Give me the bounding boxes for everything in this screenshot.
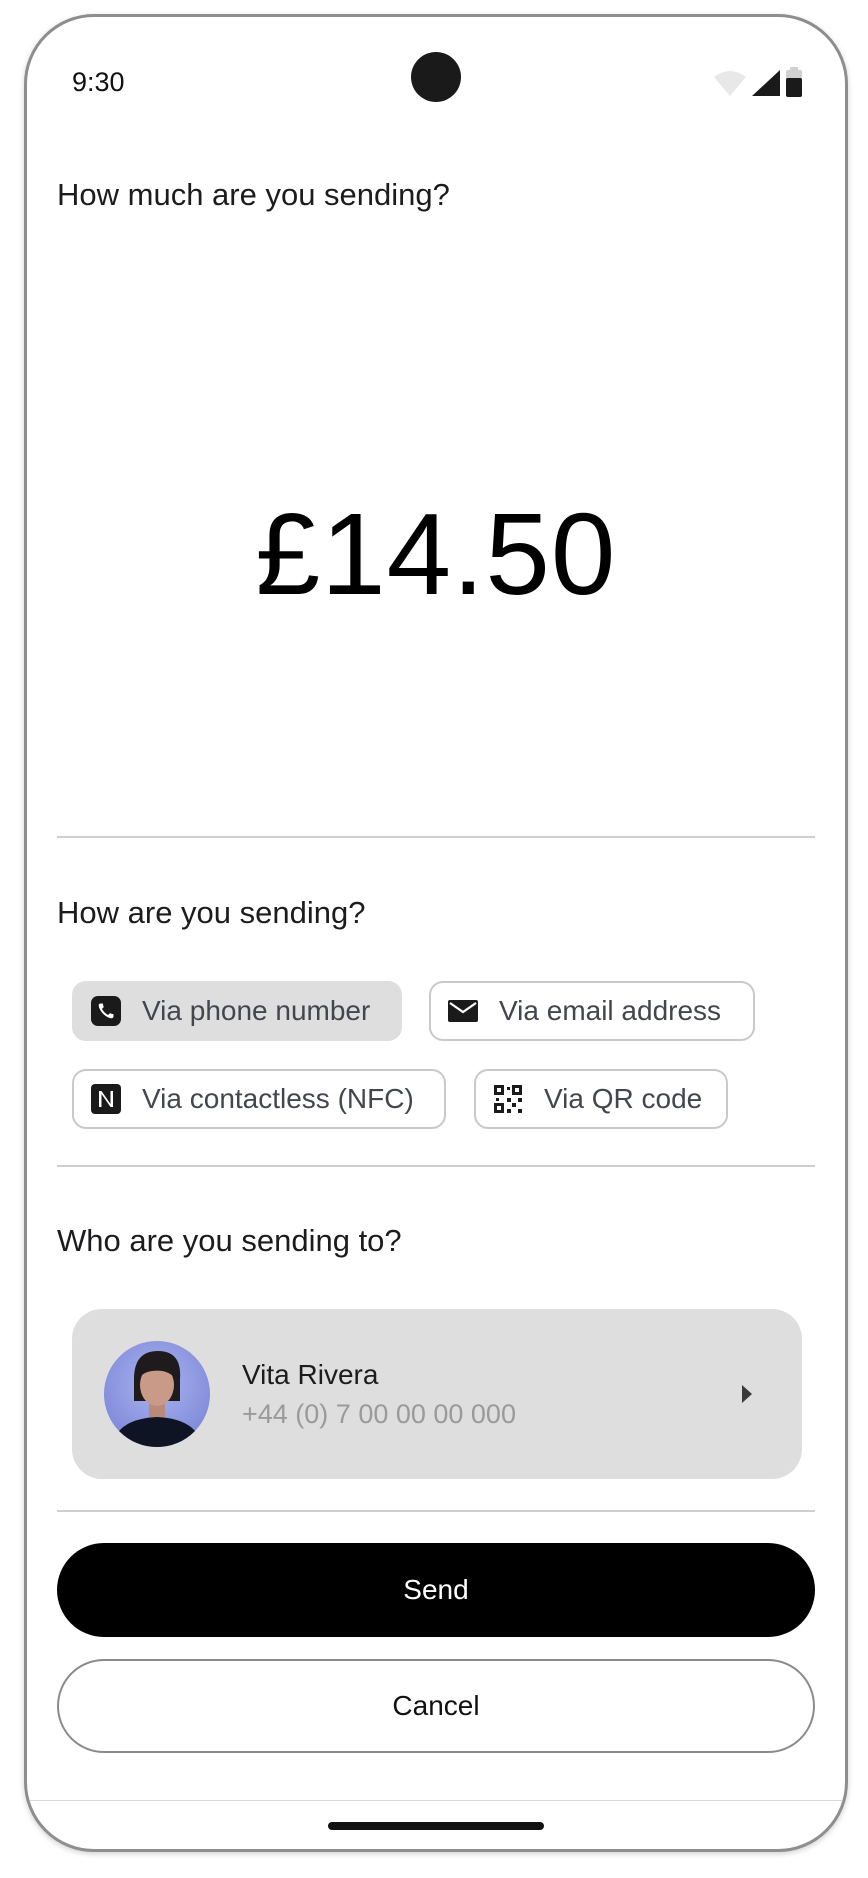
qr-code-icon bbox=[492, 1083, 524, 1115]
recipient-phone: +44 (0) 7 00 00 00 000 bbox=[242, 1399, 516, 1429]
divider bbox=[57, 836, 815, 838]
mail-icon bbox=[447, 995, 479, 1027]
recipient-name: Vita Rivera bbox=[242, 1359, 379, 1390]
amount-display: £14.50 bbox=[255, 489, 617, 619]
amount-question: How much are you sending? bbox=[57, 177, 450, 212]
status-bar: 9:30 bbox=[27, 17, 845, 137]
chevron-right-icon bbox=[742, 1385, 752, 1403]
recipient-card[interactable]: Vita Rivera +44 (0) 7 00 00 00 000 bbox=[72, 1309, 802, 1479]
chip-via-contactless-nfc[interactable]: Via contactless (NFC) bbox=[72, 1069, 446, 1129]
phone-frame: 9:30 How much are you sending? £14.50 Ho… bbox=[24, 14, 848, 1852]
chip-label: Via contactless (NFC) bbox=[142, 1083, 414, 1114]
avatar bbox=[104, 1341, 210, 1447]
chip-label: Via QR code bbox=[544, 1083, 703, 1114]
chip-via-email-address[interactable]: Via email address bbox=[429, 981, 755, 1041]
status-icons bbox=[713, 67, 803, 97]
divider bbox=[57, 1510, 815, 1512]
battery-icon bbox=[786, 67, 802, 97]
chip-label: Via phone number bbox=[142, 995, 371, 1026]
chip-label: Via email address bbox=[499, 995, 722, 1026]
wifi-icon bbox=[714, 71, 746, 96]
recipient-question: Who are you sending to? bbox=[57, 1223, 402, 1258]
chip-via-qr-code[interactable]: Via QR code bbox=[474, 1069, 728, 1129]
status-time: 9:30 bbox=[72, 67, 125, 97]
method-question: How are you sending? bbox=[57, 895, 366, 930]
cancel-button[interactable]: Cancel bbox=[57, 1659, 815, 1753]
chip-via-phone-number[interactable]: Via phone number bbox=[72, 981, 402, 1041]
camera-cutout bbox=[411, 52, 461, 102]
home-indicator[interactable] bbox=[328, 1822, 544, 1830]
signal-icon bbox=[752, 70, 780, 96]
divider bbox=[57, 1165, 815, 1167]
nfc-icon bbox=[90, 1083, 122, 1115]
nav-bar-divider bbox=[27, 1800, 845, 1801]
phone-icon bbox=[90, 995, 122, 1027]
send-button[interactable]: Send bbox=[57, 1543, 815, 1637]
